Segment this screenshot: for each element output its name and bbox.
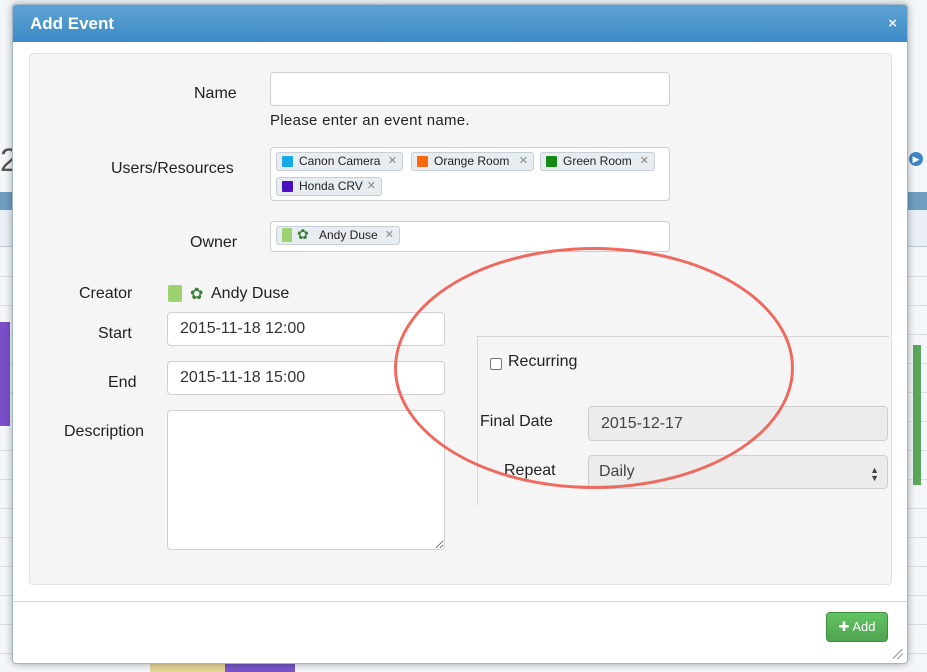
resource-tag: Orange Room ✕ bbox=[411, 152, 534, 171]
repeat-selected-value: Daily bbox=[599, 463, 635, 480]
recurring-checkbox[interactable] bbox=[490, 358, 502, 370]
repeat-select[interactable]: Daily ▲ ▼ bbox=[588, 455, 888, 489]
remove-tag-icon[interactable]: ✕ bbox=[640, 153, 649, 170]
description-textarea[interactable] bbox=[167, 410, 445, 550]
recurring-label: Recurring bbox=[508, 353, 578, 370]
form-panel: Name Please enter an event name. Users/R… bbox=[29, 53, 892, 585]
name-label: Name bbox=[194, 85, 237, 102]
dialog-title: Add Event bbox=[30, 14, 115, 33]
next-arrow-icon[interactable]: ▶ bbox=[909, 152, 923, 166]
user-tree-icon: ✿ bbox=[297, 226, 309, 242]
resource-tag-label: Green Room bbox=[563, 154, 632, 168]
resource-tag-label: Canon Camera bbox=[299, 154, 381, 168]
footer-divider bbox=[13, 601, 907, 602]
owner-tag-field[interactable]: ✿ Andy Duse ✕ bbox=[270, 221, 670, 252]
repeat-label: Repeat bbox=[504, 462, 556, 479]
creator-name: Andy Duse bbox=[211, 285, 290, 302]
creator-color-swatch bbox=[168, 285, 182, 302]
users-resources-label: Users/Resources bbox=[111, 160, 234, 177]
remove-tag-icon[interactable]: ✕ bbox=[385, 227, 394, 244]
owner-tag-label: Andy Duse bbox=[319, 228, 378, 242]
description-label: Description bbox=[64, 423, 145, 440]
creator-label: Creator bbox=[79, 285, 133, 302]
resize-grip-icon[interactable] bbox=[893, 649, 903, 659]
start-label: Start bbox=[98, 325, 132, 342]
owner-color-swatch bbox=[282, 228, 292, 242]
resource-tag: Honda CRV ✕ bbox=[276, 177, 382, 196]
close-icon[interactable]: × bbox=[888, 15, 897, 32]
end-label: End bbox=[108, 374, 137, 391]
add-event-dialog: Add Event × Name Please enter an event n… bbox=[12, 4, 908, 664]
resource-color-swatch bbox=[546, 156, 557, 167]
final-date-input[interactable] bbox=[588, 406, 888, 441]
remove-tag-icon[interactable]: ✕ bbox=[367, 178, 376, 195]
start-datetime-input[interactable] bbox=[167, 312, 445, 346]
owner-tag: ✿ Andy Duse ✕ bbox=[276, 226, 400, 245]
resource-color-swatch bbox=[417, 156, 428, 167]
resources-tag-field[interactable]: Canon Camera ✕ Orange Room ✕ Green Room … bbox=[270, 147, 670, 201]
add-button-label: Add bbox=[852, 619, 876, 634]
remove-tag-icon[interactable]: ✕ bbox=[388, 153, 397, 170]
resource-tag: Canon Camera ✕ bbox=[276, 152, 403, 171]
end-datetime-input[interactable] bbox=[167, 361, 445, 395]
select-arrows-icon: ▲ ▼ bbox=[870, 465, 879, 483]
name-hint: Please enter an event name. bbox=[270, 112, 470, 129]
owner-label: Owner bbox=[190, 234, 238, 251]
calendar-event-block bbox=[0, 322, 10, 426]
resource-tag-label: Orange Room bbox=[434, 154, 510, 168]
calendar-event-block bbox=[913, 345, 921, 485]
name-input[interactable] bbox=[270, 72, 670, 106]
add-button[interactable]: ✚ Add bbox=[826, 612, 888, 642]
resource-tag: Green Room ✕ bbox=[540, 152, 655, 171]
user-tree-icon: ✿ bbox=[190, 286, 204, 303]
dialog-header: Add Event × bbox=[13, 5, 907, 42]
remove-tag-icon[interactable]: ✕ bbox=[519, 153, 528, 170]
final-date-label: Final Date bbox=[480, 413, 553, 430]
resource-tag-label: Honda CRV bbox=[299, 179, 363, 193]
resource-color-swatch bbox=[282, 181, 293, 192]
resource-color-swatch bbox=[282, 156, 293, 167]
plus-icon: ✚ bbox=[838, 619, 850, 634]
recurring-section: Recurring Final Date Repeat Daily ▲▼ bbox=[477, 336, 889, 505]
